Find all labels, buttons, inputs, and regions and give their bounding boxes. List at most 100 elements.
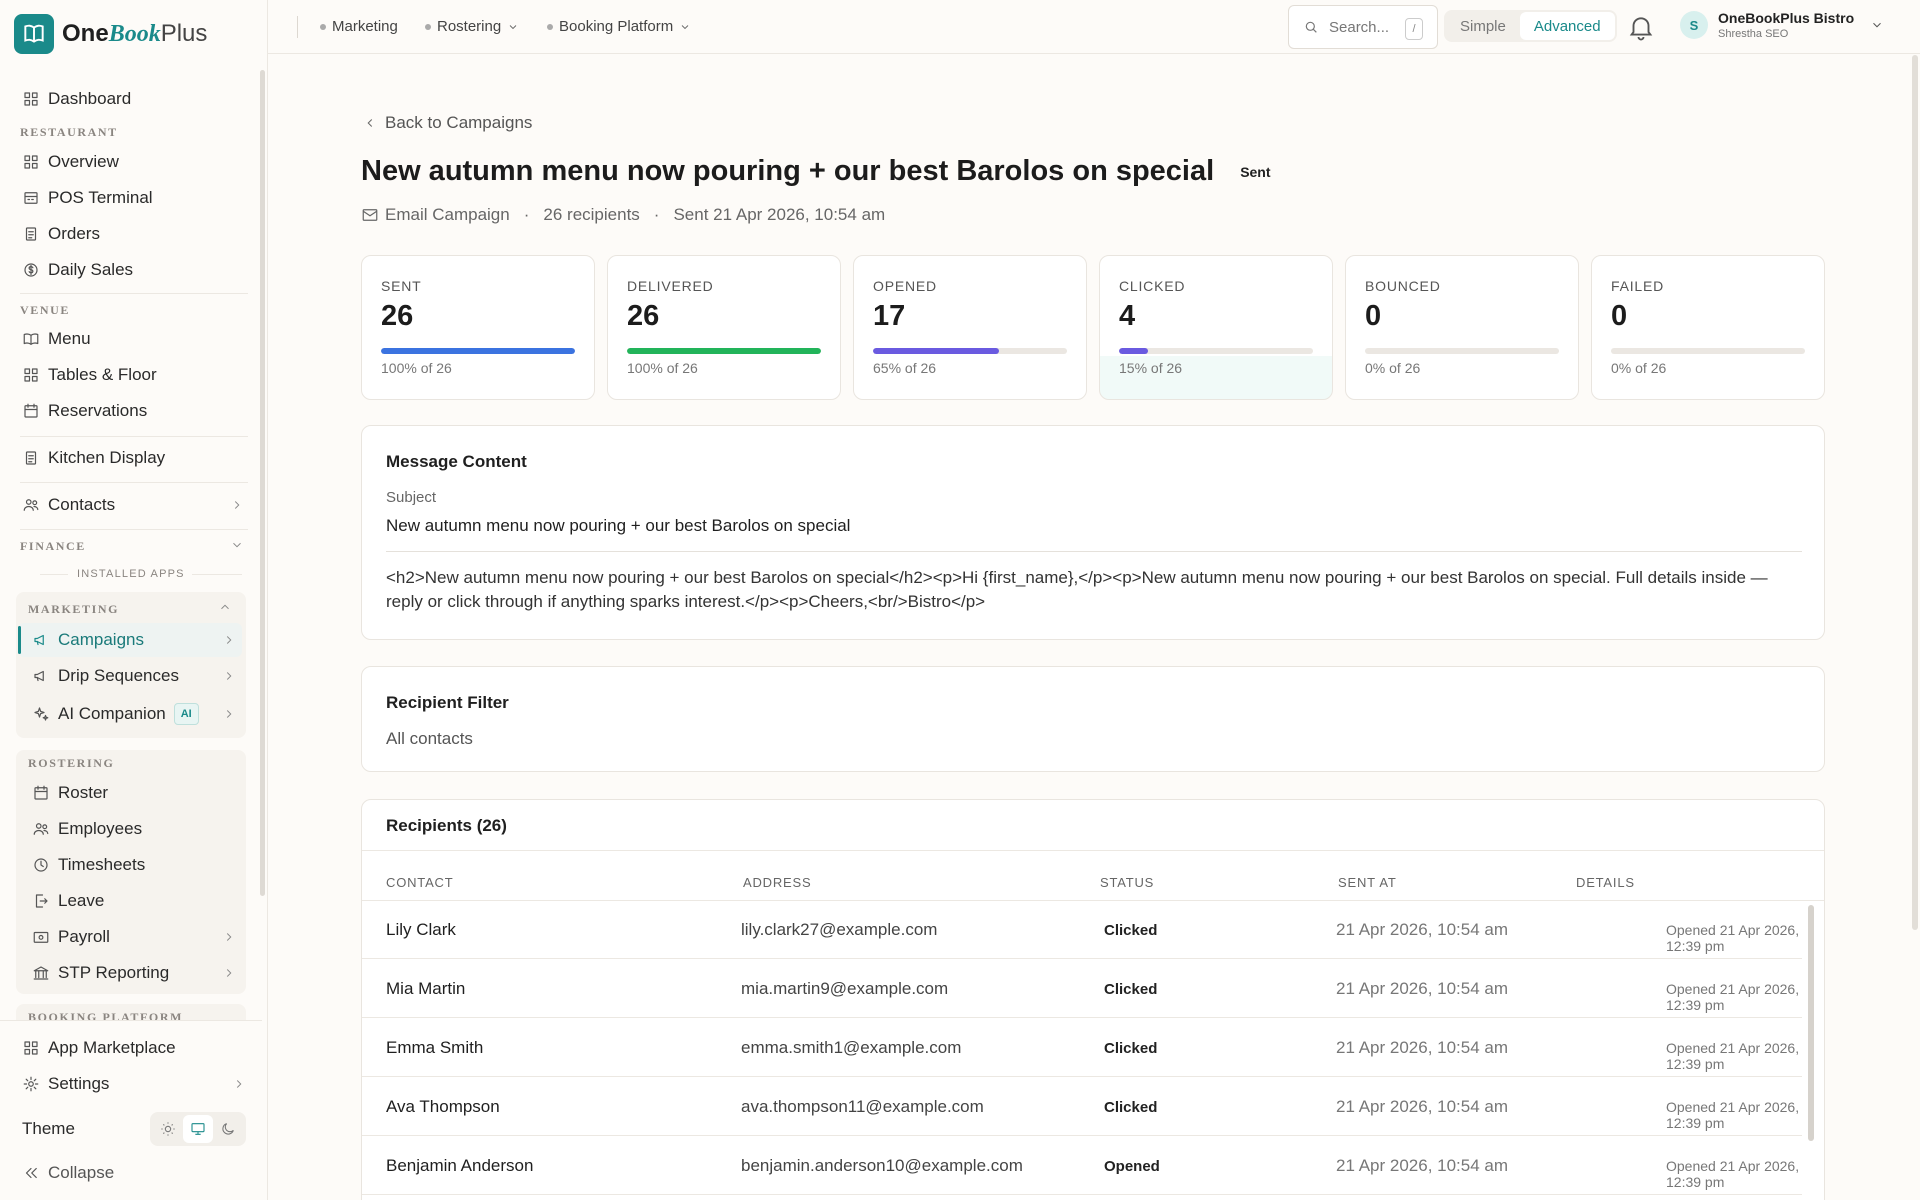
user-subtitle: Shrestha SEO <box>1718 28 1789 40</box>
chevron-right-icon <box>222 707 236 721</box>
sidebar-scrollbar[interactable] <box>260 70 265 896</box>
column-header-address[interactable]: ADDRESS <box>743 875 811 890</box>
table-row[interactable]: Benjamin Anderson benjamin.anderson10@exa… <box>362 1137 1802 1195</box>
nav-label: Booking Platform <box>559 18 674 35</box>
sidebar-item-overview[interactable]: Overview <box>22 147 244 177</box>
user-menu[interactable]: S OneBookPlus Bistro Shrestha SEO <box>1680 10 1884 40</box>
nav-label: Rostering <box>437 18 502 35</box>
sidebar-item-menu[interactable]: Menu <box>22 324 244 354</box>
stat-label: BOUNCED <box>1365 278 1441 294</box>
sidebar-item-app-marketplace[interactable]: App Marketplace <box>22 1033 244 1063</box>
cell-details: Opened 21 Apr 2026, 12:39 pm <box>1666 1099 1800 1131</box>
sidebar-item-label: Campaigns <box>58 630 144 649</box>
nav-booking-platform[interactable]: Booking Platform <box>547 18 691 35</box>
divider <box>40 574 68 575</box>
users-icon <box>22 496 40 514</box>
sidebar-item-label: Payroll <box>58 927 110 946</box>
table-scrollbar[interactable] <box>1808 905 1814 1141</box>
progress-fill <box>873 348 1000 354</box>
table-row[interactable]: Lily Clark lily.clark27@example.com Clicke… <box>362 901 1802 959</box>
sent-time: Sent 21 Apr 2026, 10:54 am <box>673 205 886 224</box>
bell-icon[interactable] <box>1626 12 1656 42</box>
sidebar-item-contacts[interactable]: Contacts <box>22 490 244 520</box>
sidebar-item-kitchen-display[interactable]: Kitchen Display <box>22 443 244 473</box>
cell-address: ava.thompson11@example.com <box>741 1097 984 1116</box>
sidebar-item-daily-sales[interactable]: Daily Sales <box>22 255 244 285</box>
sidebar-item-stp-reporting[interactable]: STP Reporting <box>32 958 236 988</box>
section-finance-toggle[interactable]: FINANCE <box>20 532 244 558</box>
theme-dark-button[interactable] <box>213 1115 243 1143</box>
sidebar-item-reservations[interactable]: Reservations <box>22 396 244 426</box>
theme-light-button[interactable] <box>153 1115 183 1143</box>
sidebar-item-employees[interactable]: Employees <box>32 814 236 844</box>
progress-fill <box>1119 348 1149 354</box>
table-row[interactable]: Mia Martin mia.martin9@example.com Clicked… <box>362 960 1802 1018</box>
cell-details: Opened 21 Apr 2026, 12:39 pm <box>1666 1040 1800 1072</box>
sidebar-item-pos-terminal[interactable]: POS Terminal <box>22 183 244 213</box>
search-box[interactable]: / <box>1288 5 1438 49</box>
table-row[interactable]: Ava Thompson ava.thompson11@example.com Cl… <box>362 1078 1802 1136</box>
campaign-meta: Email Campaign · 26 recipients · Sent 21… <box>361 205 885 225</box>
sidebar-item-timesheets[interactable]: Timesheets <box>32 850 236 880</box>
sidebar-item-label: Menu <box>48 329 91 348</box>
cell-status: Opened <box>1104 1158 1160 1175</box>
sidebar-item-dashboard[interactable]: Dashboard <box>22 84 244 114</box>
cell-sent-at: 21 Apr 2026, 10:54 am <box>1336 1038 1509 1057</box>
mode-toggle: Simple Advanced <box>1444 10 1617 42</box>
separator: · <box>653 205 660 224</box>
search-input[interactable] <box>1329 18 1409 36</box>
sidebar-item-payroll[interactable]: Payroll <box>32 922 236 952</box>
monitor-icon <box>191 1123 205 1135</box>
sidebar-item-settings[interactable]: Settings <box>22 1069 246 1099</box>
megaphone-icon <box>32 667 50 685</box>
sidebar-item-drip-sequences[interactable]: Drip Sequences <box>32 661 236 691</box>
progress-track <box>1119 348 1313 354</box>
cell-address: mia.martin9@example.com <box>741 979 949 998</box>
table-row[interactable]: Emma Smith emma.smith1@example.com Clicked… <box>362 1019 1802 1077</box>
stat-card-delivered: DELIVERED 26 100% of 26 <box>607 255 841 400</box>
nav-rostering[interactable]: Rostering <box>425 18 519 35</box>
chevron-right-icon <box>222 930 236 944</box>
column-header-sent-at[interactable]: SENT AT <box>1338 875 1397 890</box>
sidebar-item-roster[interactable]: Roster <box>32 778 236 808</box>
theme-label: Theme <box>22 1119 75 1138</box>
column-header-details[interactable]: DETAILS <box>1576 875 1635 890</box>
stat-card-bounced: BOUNCED 0 0% of 26 <box>1345 255 1579 400</box>
sidebar-item-campaigns[interactable]: Campaigns <box>32 625 236 655</box>
section-marketing-toggle[interactable]: MARKETING <box>28 594 232 620</box>
stat-value: 26 <box>381 300 414 332</box>
sidebar-item-orders[interactable]: Orders <box>22 219 244 249</box>
card-title: Recipients (26) <box>386 816 507 835</box>
sidebar-item-label: Kitchen Display <box>48 448 166 467</box>
collapse-button[interactable]: Collapse <box>22 1158 244 1188</box>
recipient-filter-card: Recipient Filter All contacts <box>361 666 1825 772</box>
nav-marketing[interactable]: Marketing <box>320 18 398 35</box>
sidebar-item-leave[interactable]: Leave <box>32 886 236 916</box>
sidebar-item-ai-companion[interactable]: AI Companion AI <box>32 699 236 729</box>
progress-track <box>1365 348 1559 354</box>
message-body: <h2>New autumn menu now pouring + our be… <box>386 568 1768 611</box>
dot-icon <box>547 23 553 30</box>
avatar: S <box>1680 11 1708 39</box>
stat-label: FAILED <box>1611 278 1665 294</box>
section-label-rostering: ROSTERING <box>28 756 115 770</box>
sidebar-item-label: Timesheets <box>58 855 146 874</box>
sidebar-item-label: Contacts <box>48 495 116 514</box>
app-logo[interactable]: OneBookPlus <box>14 14 207 54</box>
mode-advanced-button[interactable]: Advanced <box>1519 12 1615 40</box>
page-scrollbar[interactable] <box>1912 55 1918 930</box>
installed-apps-label: INSTALLED APPS <box>77 568 185 580</box>
mode-simple-button[interactable]: Simple <box>1446 12 1520 40</box>
section-label-booking: BOOKING PLATFORM <box>28 1010 184 1020</box>
theme-system-button[interactable] <box>183 1115 213 1143</box>
clipboard-icon <box>22 449 40 467</box>
divider <box>20 482 248 483</box>
section-label-venue: VENUE <box>20 303 71 317</box>
grid-icon <box>22 366 40 384</box>
back-to-campaigns-link[interactable]: Back to Campaigns <box>363 113 532 133</box>
book-logo-icon <box>14 14 54 54</box>
gear-icon <box>22 1075 40 1093</box>
sidebar-item-tables-floor[interactable]: Tables & Floor <box>22 360 244 390</box>
column-header-status[interactable]: STATUS <box>1100 875 1154 890</box>
column-header-contact[interactable]: CONTACT <box>386 875 453 890</box>
